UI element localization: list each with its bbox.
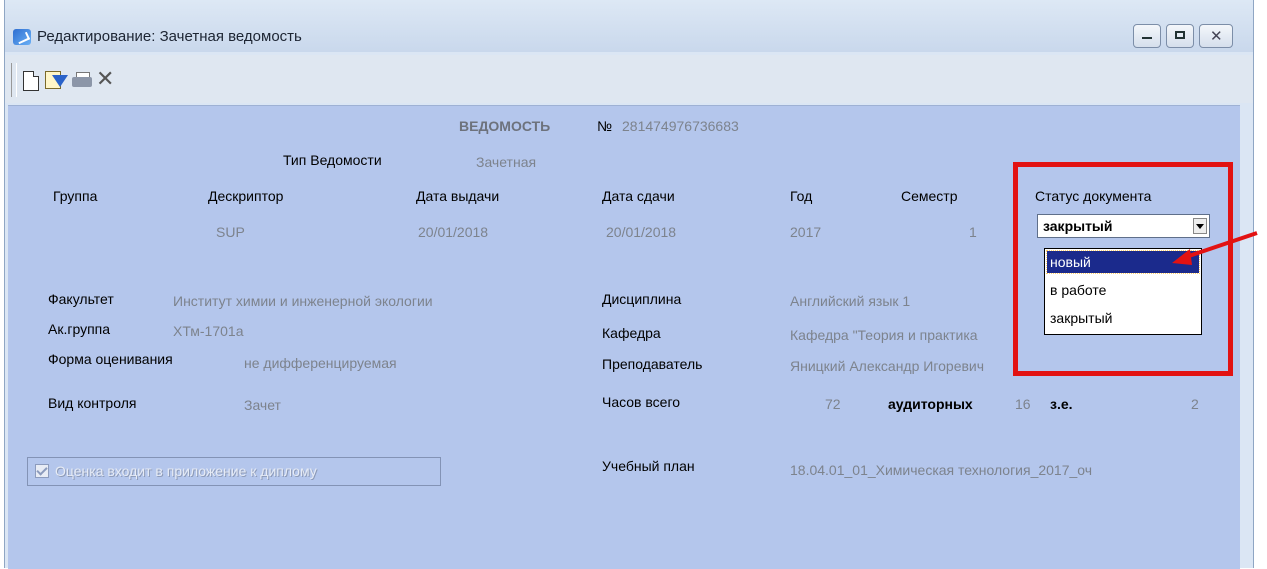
delete-icon[interactable]: ✕ (96, 68, 118, 91)
diploma-checkbox[interactable] (35, 464, 49, 478)
new-document-icon[interactable] (23, 71, 39, 91)
minimize-icon (1142, 37, 1152, 39)
type-value: Зачетная (476, 154, 537, 170)
control-value: Зачет (244, 397, 281, 413)
close-icon: ✕ (1210, 28, 1223, 45)
annotation-arrow-icon (1172, 231, 1258, 265)
control-label: Вид контроля (48, 395, 137, 411)
year-value: 2017 (790, 224, 822, 240)
hours-value: 72 (825, 396, 841, 412)
year-label: Год (790, 188, 813, 204)
close-button[interactable]: ✕ (1199, 24, 1233, 48)
teacher-label: Преподаватель (602, 356, 703, 372)
semester-value: 1 (969, 224, 977, 240)
diploma-checkbox-group: Оценка входит в приложение к диплому (27, 457, 441, 486)
arrow-head (1172, 249, 1192, 265)
acgroup-value: ХТм-1701а (173, 323, 244, 339)
minimize-button[interactable] (1133, 24, 1161, 48)
auditorium-label: аудиторных (888, 396, 973, 412)
discipline-value: Английский язык 1 (790, 293, 911, 309)
arrow-shaft (1179, 231, 1258, 261)
hours-label: Часов всего (602, 394, 681, 410)
credits-label: з.е. (1050, 396, 1073, 412)
department-value: Кафедра "Теория и практика (790, 327, 978, 343)
plan-label: Учебный план (602, 458, 695, 474)
print-icon[interactable] (71, 69, 93, 91)
funnel-shape (52, 75, 68, 87)
credits-value: 2 (1191, 396, 1199, 412)
group-label: Группа (53, 188, 98, 204)
number-label: № (597, 118, 613, 134)
toolbar: ✕ (5, 55, 1253, 103)
assessment-label: Форма оценивания (48, 351, 173, 367)
faculty-label: Факультет (48, 291, 114, 307)
due-date-value: 20/01/2018 (606, 224, 677, 240)
sheet-heading: ВЕДОМОСТЬ (459, 118, 551, 134)
type-label: Тип Ведомости (283, 152, 382, 168)
department-label: Кафедра (602, 325, 661, 341)
auditorium-value: 16 (1015, 396, 1031, 412)
due-date-label: Дата сдачи (602, 188, 675, 204)
filter-icon[interactable] (45, 69, 68, 91)
semester-label: Семестр (901, 188, 958, 204)
printer-body-shape (72, 77, 92, 87)
issue-date-label: Дата выдачи (416, 188, 500, 204)
toolbar-grip[interactable] (11, 63, 17, 97)
maximize-icon (1175, 31, 1185, 39)
diploma-checkbox-label: Оценка входит в приложение к диплому (55, 463, 317, 479)
teacher-value: Яницкий Александр Игоревич (790, 358, 985, 374)
app-icon (13, 29, 31, 45)
discipline-label: Дисциплина (602, 291, 682, 307)
descriptor-value: SUP (216, 224, 245, 240)
title-bar[interactable]: Редактирование: Зачетная ведомость ✕ (5, 0, 1253, 52)
plan-value: 18.04.01_01_Химическая технология_2017_о… (790, 462, 1093, 478)
window-title: Редактирование: Зачетная ведомость (37, 28, 302, 45)
maximize-button[interactable] (1166, 24, 1194, 48)
assessment-value: не дифференцируемая (244, 355, 397, 371)
issue-date-value: 20/01/2018 (418, 224, 489, 240)
sheet-number: 281474976736683 (622, 118, 739, 134)
descriptor-label: Дескриптор (208, 188, 284, 204)
faculty-value: Институт химии и инженерной экологии (173, 293, 433, 309)
acgroup-label: Ак.группа (48, 321, 111, 337)
